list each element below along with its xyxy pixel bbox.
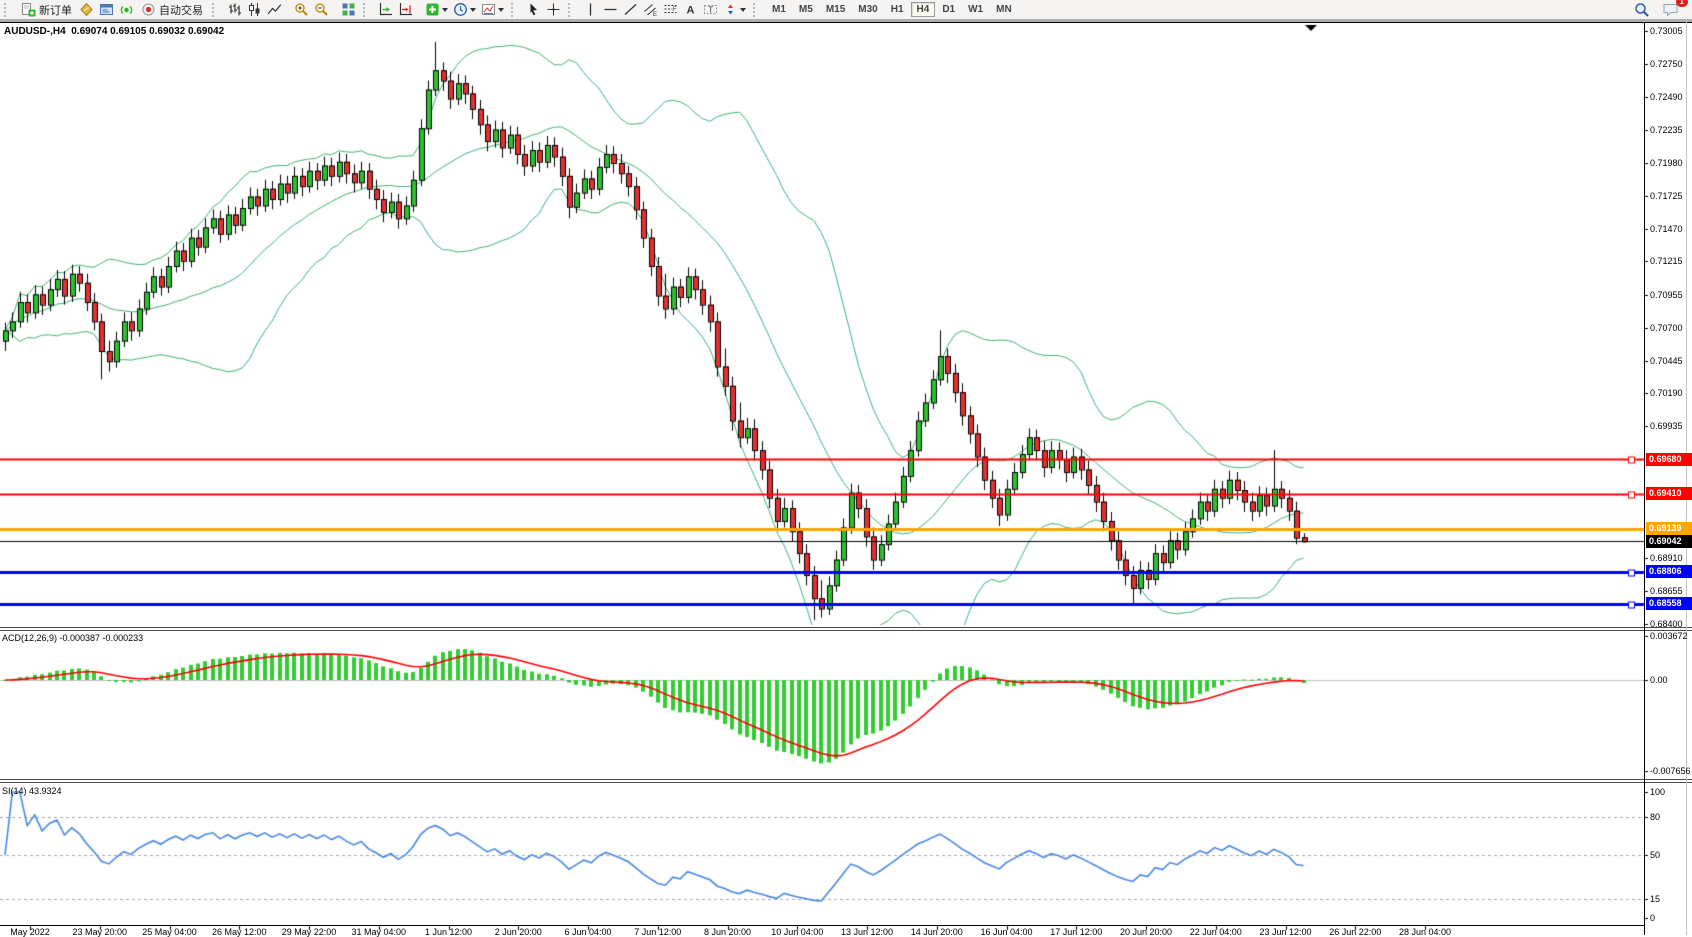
price-tick: 0.72235 <box>1650 125 1683 136</box>
hline-label-0.69680[interactable]: 0.69680 <box>1646 453 1692 466</box>
price-tick: 0.70955 <box>1650 290 1683 301</box>
mt4-terminal: { "window": { "title": { "symbol_period"… <box>0 0 1692 935</box>
price-tick: 0.68910 <box>1650 553 1683 564</box>
rsi-level-label: 0 <box>1650 913 1655 924</box>
time-label: 10 Jun 04:00 <box>771 927 823 937</box>
price-tick: 0.73005 <box>1650 26 1683 37</box>
price-tick: 0.70190 <box>1650 388 1683 399</box>
macd-scale-label: 0.00 <box>1650 675 1668 686</box>
time-label: 13 Jun 12:00 <box>841 927 893 937</box>
rsi-level-label: 80 <box>1650 812 1660 823</box>
time-label: 7 Jun 12:00 <box>634 927 681 937</box>
time-label: 8 Jun 20:00 <box>704 927 751 937</box>
hline-label-0.69410[interactable]: 0.69410 <box>1646 487 1692 500</box>
time-label: 14 Jun 20:00 <box>911 927 963 937</box>
price-tick: 0.70445 <box>1650 356 1683 367</box>
price-tick: 0.72750 <box>1650 59 1683 70</box>
time-label: 2 Jun 20:00 <box>495 927 542 937</box>
rsi-label: SI(14) 43.9324 <box>2 786 62 796</box>
current-price-label: 0.69042 <box>1646 535 1692 548</box>
chart-title: AUDUSD-,H4 0.69074 0.69105 0.69032 0.690… <box>4 26 224 37</box>
price-tick: 0.71470 <box>1650 224 1683 235</box>
price-tick: 0.69935 <box>1650 421 1683 432</box>
time-label: 26 May 12:00 <box>212 927 267 937</box>
macd-scale-label: 0.003672 <box>1650 631 1688 642</box>
time-label: 16 Jun 04:00 <box>980 927 1032 937</box>
time-label: 23 May 20:00 <box>72 927 127 937</box>
rsi-level-label: 50 <box>1650 850 1660 861</box>
time-label: 29 May 22:00 <box>282 927 337 937</box>
rsi-level-label: 100 <box>1650 787 1665 798</box>
time-label: 28 Jun 04:00 <box>1399 927 1451 937</box>
symbol-period: AUDUSD-,H4 <box>4 26 66 37</box>
time-label: 20 Jun 20:00 <box>1120 927 1172 937</box>
price-tick: 0.72490 <box>1650 92 1683 103</box>
time-label: 31 May 04:00 <box>351 927 406 937</box>
macd-scale-label: -0.007656 <box>1650 766 1691 777</box>
price-tick: 0.70700 <box>1650 323 1683 334</box>
time-label: 26 Jun 22:00 <box>1329 927 1381 937</box>
price-tick: 0.71725 <box>1650 191 1683 202</box>
time-label: 25 May 04:00 <box>142 927 197 937</box>
time-label: May 2022 <box>10 927 50 937</box>
price-tick: 0.71980 <box>1650 158 1683 169</box>
time-label: 22 Jun 04:00 <box>1190 927 1242 937</box>
hline-label-0.68558[interactable]: 0.68558 <box>1646 597 1692 610</box>
price-tick: 0.68655 <box>1650 586 1683 597</box>
ohlc-values: 0.69074 0.69105 0.69032 0.69042 <box>71 26 224 37</box>
time-label: 23 Jun 12:00 <box>1259 927 1311 937</box>
macd-label: ACD(12,26,9) -0.000387 -0.000233 <box>2 633 143 643</box>
hline-label-0.68806[interactable]: 0.68806 <box>1646 565 1692 578</box>
time-label: 6 Jun 04:00 <box>564 927 611 937</box>
chart-canvas[interactable] <box>0 0 1692 935</box>
time-label: 17 Jun 12:00 <box>1050 927 1102 937</box>
price-tick: 0.71215 <box>1650 256 1683 267</box>
price-tick: 0.68400 <box>1650 619 1683 630</box>
hline-label-0.69139[interactable]: 0.69139 <box>1646 522 1692 535</box>
rsi-level-label: 15 <box>1650 894 1660 905</box>
time-label: 1 Jun 12:00 <box>425 927 472 937</box>
